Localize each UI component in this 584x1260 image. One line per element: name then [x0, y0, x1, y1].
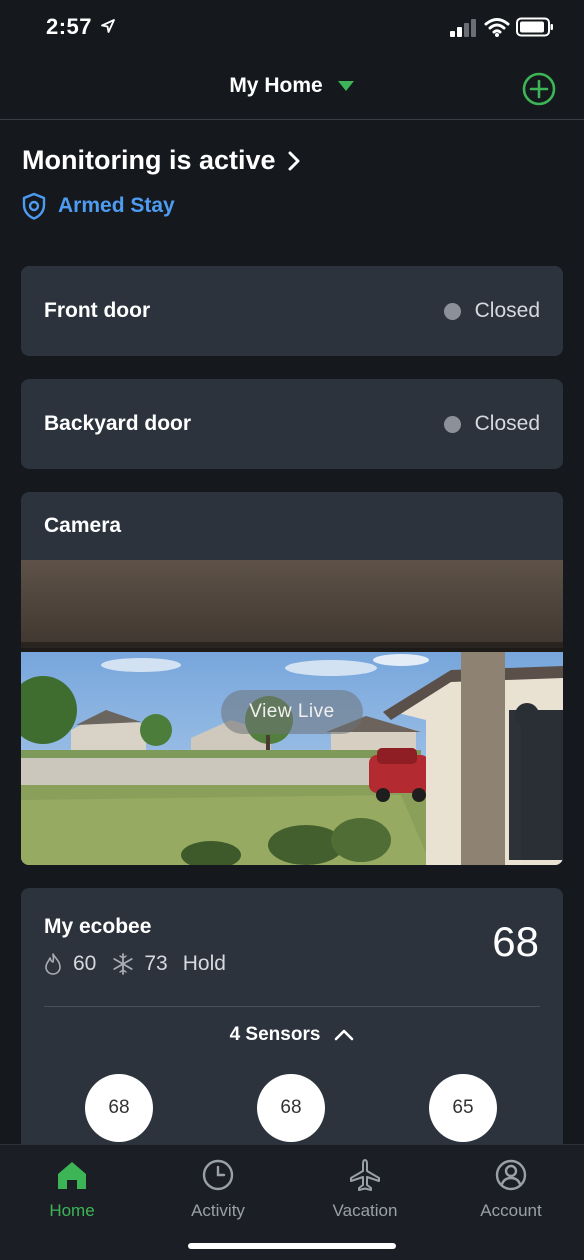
sensor-temp: 68 — [108, 1097, 130, 1118]
sensor-temp: 65 — [452, 1097, 474, 1118]
door-status: Closed — [443, 412, 540, 436]
location-arrow-icon — [101, 19, 115, 33]
sensor-reading[interactable]: 65 — [429, 1074, 497, 1142]
door-sensor-card[interactable]: Front door Closed — [21, 266, 563, 356]
hold-label: Hold — [182, 952, 226, 975]
tab-label: Activity — [191, 1201, 245, 1220]
door-status-label: Closed — [474, 299, 540, 322]
home-selector[interactable]: My Home — [0, 74, 584, 98]
tab-label: Vacation — [332, 1201, 398, 1220]
camera-title: Camera — [44, 514, 122, 537]
tab-home[interactable]: Home — [12, 1157, 132, 1221]
door-status: Closed — [443, 299, 540, 323]
door-sensor-card[interactable]: Backyard door Closed — [21, 379, 563, 469]
view-live-button[interactable]: View Live — [221, 690, 363, 734]
tab-label: Home — [49, 1201, 95, 1220]
door-status-label: Closed — [474, 412, 540, 435]
monitoring-title: Monitoring is active — [22, 145, 276, 175]
view-live-label: View Live — [249, 701, 335, 722]
thermostat-current-temp: 68 — [492, 918, 539, 965]
home-icon — [58, 1162, 86, 1189]
thermostat-name: My ecobee — [44, 915, 152, 938]
camera-card[interactable]: Camera View Live — [21, 492, 563, 865]
arming-mode-label: Armed Stay — [58, 194, 175, 217]
flame-icon — [45, 953, 61, 975]
thermostat-setpoints: 60 73 Hold — [42, 952, 226, 976]
home-indicator[interactable] — [188, 1243, 396, 1249]
airplane-icon — [350, 1159, 380, 1191]
sensor-reading[interactable]: 68 — [85, 1074, 153, 1142]
status-dot-icon — [443, 302, 461, 320]
status-time: 2:57 — [46, 14, 93, 39]
tab-vacation[interactable]: Vacation — [305, 1157, 425, 1221]
cool-setpoint: 73 — [144, 952, 168, 975]
sensors-label: 4 Sensors — [229, 1024, 321, 1045]
divider — [44, 1006, 540, 1007]
snowflake-icon — [113, 953, 133, 975]
monitoring-status-link[interactable]: Monitoring is active — [22, 145, 300, 176]
header: My Home — [0, 58, 584, 120]
home-name: My Home — [229, 74, 323, 97]
door-name: Backyard door — [44, 412, 192, 435]
chevron-right-icon — [288, 151, 300, 170]
battery-icon — [516, 17, 553, 37]
dropdown-triangle-icon — [337, 81, 354, 91]
status-dot-icon — [443, 415, 461, 433]
heat-setpoint: 60 — [73, 952, 97, 975]
wifi-icon — [484, 18, 510, 37]
sensor-reading[interactable]: 68 — [257, 1074, 325, 1142]
shield-icon — [22, 192, 46, 220]
sensor-temp: 68 — [280, 1097, 302, 1118]
tab-account[interactable]: Account — [451, 1157, 571, 1221]
status-bar: 2:57 — [0, 0, 584, 58]
sensors-toggle[interactable]: 4 Sensors — [21, 1024, 563, 1046]
clock-icon — [202, 1159, 234, 1191]
add-device-button[interactable] — [522, 72, 556, 106]
account-icon — [495, 1159, 527, 1191]
tab-label: Account — [480, 1201, 542, 1220]
thermostat-card[interactable]: My ecobee 68 60 73 Hold 4 Sensors 68 68 … — [21, 888, 563, 1168]
cell-signal-icon — [450, 19, 476, 37]
tab-activity[interactable]: Activity — [158, 1157, 278, 1221]
door-name: Front door — [44, 299, 151, 322]
chevron-up-icon — [335, 1029, 354, 1041]
arming-mode[interactable]: Armed Stay — [22, 192, 175, 220]
